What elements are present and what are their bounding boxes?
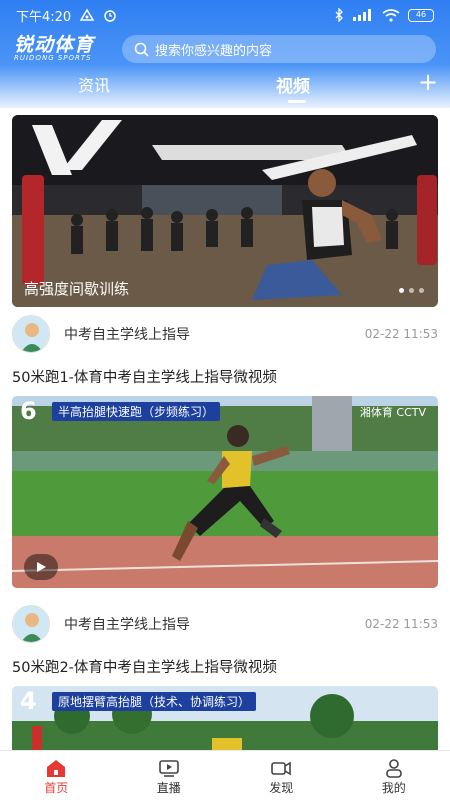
signal-icon — [353, 9, 371, 21]
bottom-nav: 首页 直播 发现 我的 — [0, 750, 450, 800]
post-header: 中考自主学线上指导 02-22 11:53 — [12, 605, 438, 643]
add-tab-icon[interactable]: + — [418, 68, 438, 96]
nav-profile[interactable]: 我的 — [338, 751, 450, 800]
search-bar[interactable]: 搜索你感兴趣的内容 — [122, 35, 436, 63]
episode-number: 6 — [20, 397, 37, 425]
play-icon — [37, 562, 46, 572]
nav-discover[interactable]: 发现 — [225, 751, 338, 800]
video-post[interactable]: 中考自主学线上指导 02-22 11:53 50米跑2-体育中考自主学线上指导微… — [12, 605, 438, 758]
nav-home[interactable]: 首页 — [0, 751, 113, 800]
video-thumbnail[interactable]: 4 原地摆臂高抬腿（技术、协调练习） — [12, 686, 438, 758]
nav-label: 首页 — [44, 781, 69, 795]
notification-icon — [79, 8, 95, 21]
video-post[interactable]: 中考自主学线上指导 02-22 11:53 50米跑1-体育中考自主学线上指导微… — [12, 315, 438, 588]
author-name[interactable]: 中考自主学线上指导 — [64, 324, 190, 344]
tab-news[interactable]: 资讯 — [78, 72, 110, 96]
active-tab-indicator — [288, 100, 306, 103]
brand-row: 锐动体育 RUIDONG SPORTS 搜索你感兴趣的内容 — [14, 34, 436, 64]
banner-carousel[interactable]: 高强度间歇训练 — [12, 115, 438, 307]
post-header: 中考自主学线上指导 02-22 11:53 — [12, 315, 438, 353]
wifi-icon — [382, 8, 400, 22]
status-bar: 下午4:20 46 — [0, 0, 450, 30]
tab-video[interactable]: 视频 — [276, 72, 310, 97]
tv-icon — [158, 760, 179, 777]
carousel-dot[interactable] — [409, 288, 414, 293]
post-title[interactable]: 50米跑2-体育中考自主学线上指导微视频 — [12, 656, 438, 677]
author-avatar[interactable] — [12, 315, 50, 353]
post-time: 02-22 11:53 — [364, 617, 438, 631]
status-time: 下午4:20 — [16, 9, 72, 25]
video-overlay-title: 原地摆臂高抬腿（技术、协调练习） — [52, 692, 257, 711]
author-avatar[interactable] — [12, 605, 50, 643]
search-placeholder: 搜索你感兴趣的内容 — [155, 43, 273, 59]
carousel-dot[interactable] — [399, 288, 404, 293]
episode-number: 4 — [20, 687, 37, 715]
brand-logo: 锐动体育 RUIDONG SPORTS — [14, 33, 114, 63]
carousel-dot[interactable] — [419, 288, 424, 293]
bluetooth-icon — [335, 8, 343, 22]
camera-icon — [271, 761, 292, 776]
banner-caption: 高强度间歇训练 — [24, 280, 130, 298]
video-overlay-title: 半高抬腿快速跑（步频练习） — [52, 402, 221, 421]
tab-bar: 资讯 视频 + — [0, 68, 450, 103]
post-title[interactable]: 50米跑1-体育中考自主学线上指导微视频 — [12, 366, 438, 387]
channel-watermark: 湘体育 CCTV — [359, 406, 426, 419]
video-thumbnail[interactable]: 6 半高抬腿快速跑（步频练习） 湘体育 CCTV — [12, 396, 438, 588]
nav-label: 直播 — [156, 781, 181, 795]
nav-label: 我的 — [381, 781, 406, 795]
alarm-icon — [104, 10, 116, 22]
nav-label: 发现 — [269, 781, 294, 795]
brand-name: 锐动体育 — [14, 33, 95, 56]
carousel-dots — [399, 288, 424, 293]
video-image — [12, 396, 438, 588]
battery-indicator: 46 — [408, 8, 434, 22]
play-button[interactable] — [24, 554, 58, 580]
post-time: 02-22 11:53 — [364, 327, 438, 341]
search-icon — [134, 42, 149, 57]
brand-subtitle: RUIDONG SPORTS — [14, 53, 92, 62]
profile-icon — [385, 759, 402, 778]
author-name[interactable]: 中考自主学线上指导 — [64, 614, 190, 634]
home-icon — [47, 760, 66, 777]
nav-live[interactable]: 直播 — [113, 751, 226, 800]
